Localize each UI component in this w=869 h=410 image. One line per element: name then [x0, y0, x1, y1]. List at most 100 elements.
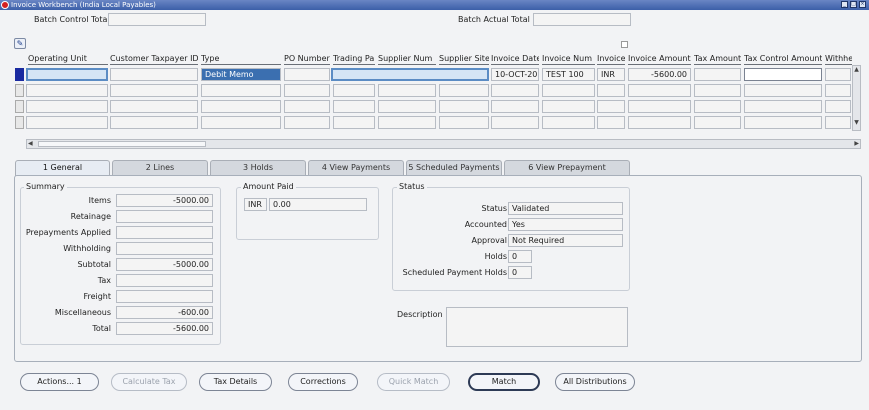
cell-operating-unit[interactable] — [26, 68, 108, 81]
tax-details-button[interactable]: Tax Details — [199, 373, 272, 391]
cell-withholding[interactable] — [825, 84, 851, 97]
row-checkbox[interactable] — [621, 41, 628, 48]
cell-operating-unit[interactable] — [26, 116, 108, 129]
cell-customer-taxpayer-id[interactable] — [110, 100, 198, 113]
scroll-down-icon[interactable]: ▼ — [853, 119, 860, 126]
minimize-icon[interactable]: _ — [841, 1, 848, 8]
cell-invoice-amount[interactable] — [628, 84, 691, 97]
cell-supplier-site[interactable] — [439, 84, 489, 97]
amount-paid-currency-field[interactable]: INR — [244, 198, 267, 211]
cell-trading-partner[interactable] — [333, 116, 375, 129]
row-selector[interactable] — [15, 84, 24, 97]
folder-tools-icon[interactable]: ✎ — [14, 38, 26, 49]
scroll-right-icon[interactable]: ▶ — [854, 140, 859, 147]
match-button[interactable]: Match — [468, 373, 540, 391]
batch-control-total-field[interactable] — [108, 13, 206, 26]
cell-trading-partner[interactable] — [333, 100, 375, 113]
cell-invoice-date[interactable] — [491, 84, 539, 97]
cell-invoice-currency[interactable] — [597, 84, 625, 97]
close-icon[interactable]: × — [859, 1, 866, 8]
cell-trading-partner[interactable] — [333, 84, 375, 97]
tax-field[interactable] — [116, 274, 213, 287]
items-field[interactable]: -5000.00 — [116, 194, 213, 207]
tab-view-payments[interactable]: 4 View Payments — [308, 160, 404, 175]
cell-type[interactable] — [201, 84, 281, 97]
quick-match-button[interactable]: Quick Match — [377, 373, 450, 391]
cell-supplier-num[interactable] — [378, 84, 436, 97]
row-selector[interactable] — [15, 116, 24, 129]
holds-field[interactable]: 0 — [508, 250, 532, 263]
cell-invoice-num[interactable] — [542, 116, 595, 129]
scroll-up-icon[interactable]: ▲ — [853, 66, 860, 73]
cell-invoice-date[interactable] — [491, 100, 539, 113]
scheduled-payment-holds-field[interactable]: 0 — [508, 266, 532, 279]
scroll-left-icon[interactable]: ◀ — [28, 140, 33, 147]
cell-withholding[interactable] — [825, 100, 851, 113]
cell-tax-amount[interactable] — [694, 100, 741, 113]
miscellaneous-field[interactable]: -600.00 — [116, 306, 213, 319]
status-field[interactable]: Validated — [508, 202, 623, 215]
cell-invoice-date[interactable] — [491, 116, 539, 129]
tab-general[interactable]: 1 General — [15, 160, 110, 176]
grid-vertical-scrollbar[interactable]: ▲ ▼ — [852, 65, 861, 131]
cell-tax-control-amount[interactable] — [744, 84, 822, 97]
cell-invoice-num[interactable] — [542, 100, 595, 113]
freight-field[interactable] — [116, 290, 213, 303]
cell-tax-control-amount[interactable] — [744, 68, 822, 81]
cell-invoice-currency[interactable] — [597, 116, 625, 129]
cell-tax-control-amount[interactable] — [744, 116, 822, 129]
cell-invoice-amount[interactable] — [628, 116, 691, 129]
cell-withholding[interactable] — [825, 68, 851, 81]
cell-po-number[interactable] — [284, 100, 330, 113]
amount-paid-field[interactable]: 0.00 — [269, 198, 367, 211]
accounted-field[interactable]: Yes — [508, 218, 623, 231]
cell-supplier-site[interactable] — [439, 116, 489, 129]
grid-horizontal-scrollbar[interactable]: ◀ ▶ — [26, 139, 861, 149]
cell-tax-control-amount[interactable] — [744, 100, 822, 113]
total-field[interactable]: -5600.00 — [116, 322, 213, 335]
cell-type[interactable]: Debit Memo — [201, 68, 281, 81]
cell-invoice-amount[interactable] — [628, 100, 691, 113]
cell-po-number[interactable] — [284, 84, 330, 97]
approval-field[interactable]: Not Required — [508, 234, 623, 247]
subtotal-field[interactable]: -5000.00 — [116, 258, 213, 271]
cell-type[interactable] — [201, 116, 281, 129]
cell-supplier-num[interactable] — [378, 100, 436, 113]
all-distributions-button[interactable]: All Distributions — [555, 373, 635, 391]
row-selector[interactable] — [15, 100, 24, 113]
cell-operating-unit[interactable] — [26, 100, 108, 113]
tab-holds[interactable]: 3 Holds — [210, 160, 306, 175]
cell-customer-taxpayer-id[interactable] — [110, 68, 198, 81]
cell-tax-amount[interactable] — [694, 68, 741, 81]
corrections-button[interactable]: Corrections — [288, 373, 358, 391]
row-selector-current[interactable] — [15, 68, 24, 81]
cell-invoice-num[interactable]: TEST 100 — [542, 68, 595, 81]
cell-withholding[interactable] — [825, 116, 851, 129]
prepayments-applied-field[interactable] — [116, 226, 213, 239]
maximize-icon[interactable]: □ — [850, 1, 857, 8]
cell-supplier-site[interactable] — [439, 100, 489, 113]
withholding-field[interactable] — [116, 242, 213, 255]
scroll-thumb[interactable] — [38, 141, 206, 147]
tab-lines[interactable]: 2 Lines — [112, 160, 208, 175]
cell-invoice-currency[interactable] — [597, 100, 625, 113]
tab-scheduled-payments[interactable]: 5 Scheduled Payments — [406, 160, 502, 175]
retainage-field[interactable] — [116, 210, 213, 223]
cell-customer-taxpayer-id[interactable] — [110, 84, 198, 97]
cell-invoice-date[interactable]: 10-OCT-2017 — [491, 68, 539, 81]
calculate-tax-button[interactable]: Calculate Tax — [111, 373, 187, 391]
cell-customer-taxpayer-id[interactable] — [110, 116, 198, 129]
cell-tax-amount[interactable] — [694, 84, 741, 97]
description-field[interactable] — [446, 307, 628, 347]
cell-invoice-num[interactable] — [542, 84, 595, 97]
cell-invoice-currency[interactable]: INR — [597, 68, 625, 81]
batch-actual-total-field[interactable] — [533, 13, 631, 26]
cell-invoice-amount[interactable]: -5600.00 — [628, 68, 691, 81]
cell-operating-unit[interactable] — [26, 84, 108, 97]
cell-po-number[interactable] — [284, 116, 330, 129]
actions-button[interactable]: Actions... 1 — [20, 373, 99, 391]
cell-tax-amount[interactable] — [694, 116, 741, 129]
cell-supplier-selection[interactable] — [331, 68, 489, 81]
cell-supplier-num[interactable] — [378, 116, 436, 129]
cell-type[interactable] — [201, 100, 281, 113]
